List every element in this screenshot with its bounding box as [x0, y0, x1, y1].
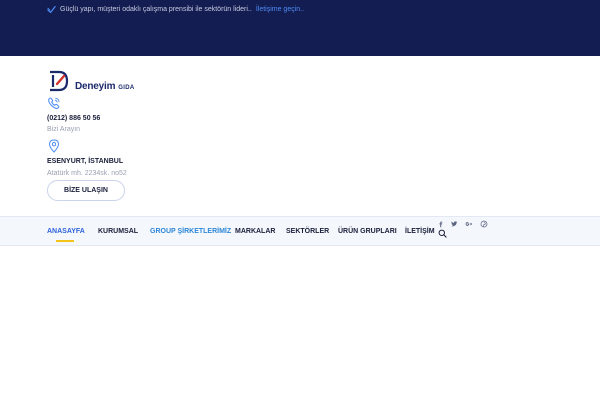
pinterest-icon[interactable]: [479, 219, 489, 229]
main-navigation: ANASAYFA KURUMSAL GROUP ŞİRKETLERİMİZ MA…: [0, 216, 600, 246]
contact-link[interactable]: İletişime geçin..: [256, 6, 304, 13]
phone-icon: [48, 97, 60, 109]
phone-number[interactable]: (0212) 886 50 56: [47, 115, 100, 122]
check-icon: [47, 5, 56, 14]
brand-name: Deneyim: [75, 81, 116, 92]
top-announcement-bar: Güçlü yapı, müşteri odaklı çalışma prens…: [0, 0, 600, 56]
phone-caption: Bizi Arayın: [47, 126, 81, 133]
brand-suffix: GIDA: [118, 85, 135, 91]
location-pin-icon: [48, 139, 60, 153]
contact-us-button[interactable]: BİZE ULAŞIN: [47, 180, 125, 201]
facebook-icon[interactable]: [436, 219, 446, 229]
nav-item-contact[interactable]: İLETİŞİM: [405, 228, 435, 235]
nav-item-brands[interactable]: MARKALAR: [235, 228, 275, 235]
active-nav-underline: [56, 240, 74, 242]
announcement-row: Güçlü yapı, müşteri odaklı çalışma prens…: [47, 5, 304, 14]
address-city: ESENYURT, İSTANBUL: [47, 158, 124, 165]
search-icon[interactable]: [438, 229, 447, 238]
nav-item-sectors[interactable]: SEKTÖRLER: [286, 228, 329, 235]
nav-item-product-groups[interactable]: ÜRÜN GRUPLARI: [338, 228, 397, 235]
google-plus-icon[interactable]: [464, 219, 474, 229]
nav-item-corporate[interactable]: KURUMSAL: [98, 228, 138, 235]
address-detail: Atatürk mh. 2234sk. no52: [47, 170, 127, 177]
logo-mark-icon: [50, 70, 69, 92]
nav-item-home[interactable]: ANASAYFA: [47, 228, 85, 235]
announcement-text: Güçlü yapı, müşteri odaklı çalışma prens…: [60, 6, 252, 13]
nav-item-group-companies[interactable]: GROUP ŞİRKETLERİMİZ: [150, 228, 231, 235]
brand-logo[interactable]: Deneyim GIDA: [47, 70, 135, 92]
twitter-icon[interactable]: [449, 219, 459, 229]
